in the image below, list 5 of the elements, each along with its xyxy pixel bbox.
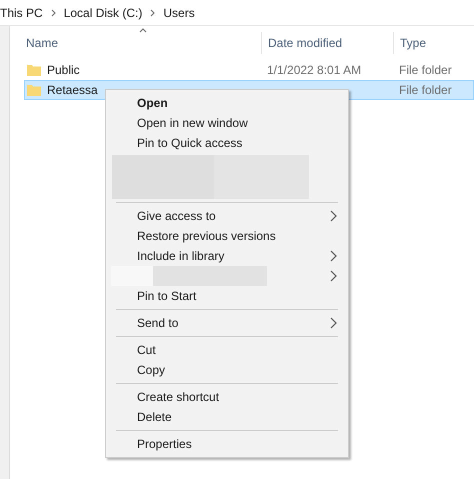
date-modified: 1/1/2022 8:01 AM	[267, 63, 362, 77]
file-type: File folder	[399, 63, 452, 77]
file-type: File folder	[399, 83, 452, 97]
file-name: Retaessa	[47, 82, 98, 99]
file-name: Public	[47, 62, 80, 79]
